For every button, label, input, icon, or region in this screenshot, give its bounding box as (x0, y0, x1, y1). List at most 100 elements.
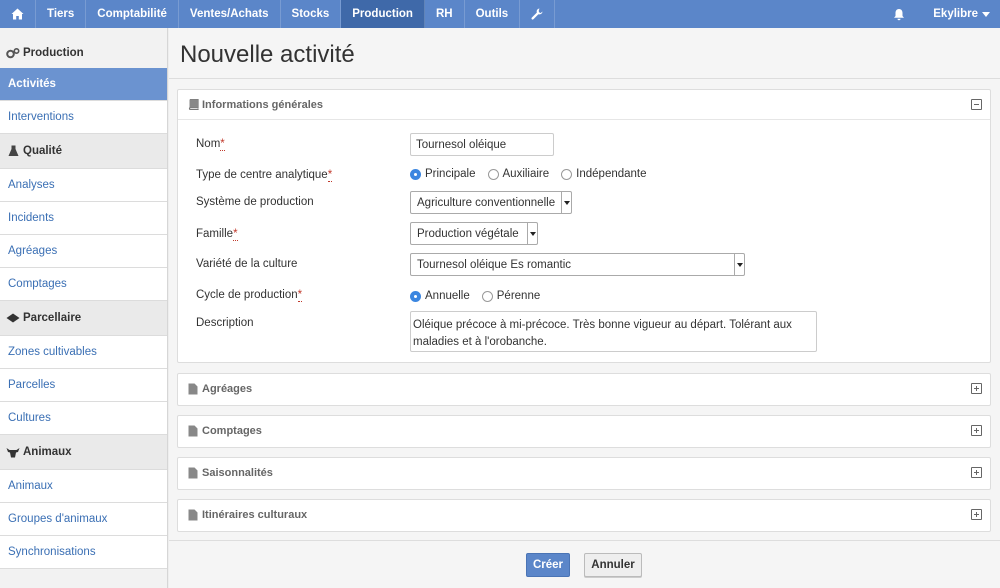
nav-comptabilite[interactable]: Comptabilité (86, 0, 179, 28)
panel-comptages[interactable]: Comptages (177, 415, 991, 448)
sidebar-item-synchronisations[interactable]: Synchronisations (0, 536, 167, 569)
dropdown-arrow-icon (561, 192, 571, 213)
nom-label: Nom* (196, 138, 225, 151)
nav-ventes-achats[interactable]: Ventes/Achats (179, 0, 281, 28)
expand-icon[interactable] (971, 425, 982, 436)
nav-tiers[interactable]: Tiers (36, 0, 87, 28)
sidebar-item-groupes-animaux[interactable]: Groupes d'animaux (0, 503, 167, 536)
panel-header[interactable]: Agréages (178, 374, 990, 404)
panel-title: Agréages (202, 383, 253, 395)
collapse-icon[interactable] (971, 99, 982, 110)
land-icon (6, 312, 20, 324)
radio-label: Principale (425, 168, 476, 180)
file-icon (188, 425, 199, 437)
variety-select[interactable]: Tournesol oléique Es romantic (410, 253, 745, 276)
panel-header[interactable]: Comptages (178, 416, 990, 446)
expand-icon[interactable] (971, 467, 982, 478)
radio-perenne[interactable]: Pérenne (481, 290, 541, 302)
radio-button[interactable] (487, 168, 499, 180)
sidebar-section-parcellaire: Parcellaire (0, 301, 167, 336)
sidebar-item-cultures[interactable]: Cultures (0, 402, 167, 435)
panel-informations-generales: Informations générales Nom* Tournesol ol… (177, 89, 991, 363)
required-mark: * (233, 228, 238, 241)
file-icon (188, 509, 199, 521)
flask-icon (6, 145, 20, 157)
bell-icon[interactable] (879, 0, 919, 28)
required-mark: * (220, 138, 225, 151)
nom-label-text: Nom (196, 138, 221, 150)
book-icon (188, 98, 199, 111)
sidebar-item-comptages[interactable]: Comptages (0, 268, 167, 301)
main-content: Nouvelle activité Informations générales… (169, 28, 1000, 588)
cancel-button[interactable]: Annuler (584, 553, 642, 577)
radio-independante[interactable]: Indépendante (561, 168, 647, 180)
nav-rh[interactable]: RH (425, 0, 465, 28)
panel-header[interactable]: Saisonnalités (178, 458, 990, 488)
sidebar-item-incidents[interactable]: Incidents (0, 202, 167, 235)
sidebar-section-label: Parcellaire (23, 312, 82, 324)
nav-stocks[interactable]: Stocks (281, 0, 342, 28)
panel-header[interactable]: Informations générales (178, 90, 990, 120)
cycle-label-text: Cycle de production (196, 289, 298, 301)
radio-button[interactable] (410, 290, 421, 302)
file-icon (188, 467, 199, 479)
cycle-radio-group: Annuelle Pérenne (410, 290, 552, 302)
select-value: Agriculture conventionnelle (417, 196, 556, 209)
cow-icon (6, 446, 20, 458)
required-mark: * (297, 289, 303, 302)
user-menu[interactable]: Ekylibre (919, 0, 1000, 28)
radio-auxiliaire[interactable]: Auxiliaire (487, 168, 550, 180)
sidebar-item-parcelles[interactable]: Parcelles (0, 369, 167, 402)
nom-input[interactable]: Tournesol oléique (410, 133, 554, 156)
radio-principale[interactable]: Principale (410, 168, 476, 180)
panel-saisonnalites[interactable]: Saisonnalités (177, 457, 991, 490)
famille-label: Famille* (196, 228, 238, 241)
panel-title: Itinéraires culturaux (202, 509, 308, 521)
sidebar-section-animaux: Animaux (0, 435, 167, 470)
radio-label: Auxiliaire (502, 168, 550, 180)
expand-icon[interactable] (971, 383, 982, 394)
nav-outils[interactable]: Outils (465, 0, 521, 28)
select-value: Tournesol oléique Es romantic (417, 258, 572, 271)
radio-button[interactable] (481, 290, 493, 302)
sidebar-item-interventions[interactable]: Interventions (0, 101, 167, 134)
panel-itineraires-culturaux[interactable]: Itinéraires culturaux (177, 499, 991, 532)
radio-button[interactable] (561, 168, 573, 180)
sidebar-item-agreages[interactable]: Agréages (0, 235, 167, 268)
radio-label: Annuelle (425, 290, 470, 302)
sidebar-section-label: Production (23, 47, 84, 59)
sidebar-section-production: Production (0, 28, 167, 68)
expand-icon[interactable] (971, 509, 982, 520)
sidebar-item-zones-cultivables[interactable]: Zones cultivables (0, 336, 167, 369)
production-system-select[interactable]: Agriculture conventionnelle (410, 191, 572, 214)
wrench-icon[interactable] (520, 0, 556, 28)
sidebar-item-activites[interactable]: Activités (0, 68, 167, 101)
dropdown-arrow-icon (734, 254, 744, 275)
description-textarea[interactable]: Oléique précoce à mi-précoce. Très bonne… (410, 311, 817, 352)
page-title: Nouvelle activité (180, 41, 355, 68)
select-value: Production végétale (417, 227, 519, 240)
form-actions: Créer Annuler (169, 540, 1000, 588)
cost-center-label-text: Type de centre analytique (196, 169, 328, 181)
famille-select[interactable]: Production végétale (410, 222, 538, 245)
cost-center-label: Type de centre analytique* (196, 169, 333, 182)
radio-annuelle[interactable]: Annuelle (410, 290, 470, 302)
panel-agreages[interactable]: Agréages (177, 373, 991, 406)
sidebar: Production Activités Interventions Quali… (0, 28, 168, 588)
user-name: Ekylibre (933, 8, 978, 20)
radio-label: Indépendante (576, 168, 647, 180)
nav-production[interactable]: Production (341, 0, 425, 28)
panel-title: Comptages (202, 425, 262, 437)
sidebar-item-animaux[interactable]: Animaux (0, 470, 167, 503)
sidebar-item-analyses[interactable]: Analyses (0, 169, 167, 202)
panel-header[interactable]: Itinéraires culturaux (178, 500, 990, 530)
dropdown-arrow-icon (527, 223, 537, 244)
radio-label: Pérenne (496, 290, 541, 302)
home-icon[interactable] (0, 0, 36, 28)
create-button[interactable]: Créer (526, 553, 570, 577)
radio-button[interactable] (410, 168, 421, 180)
gears-icon (6, 47, 20, 59)
description-label: Description (196, 317, 254, 329)
production-system-label: Système de production (196, 196, 314, 208)
